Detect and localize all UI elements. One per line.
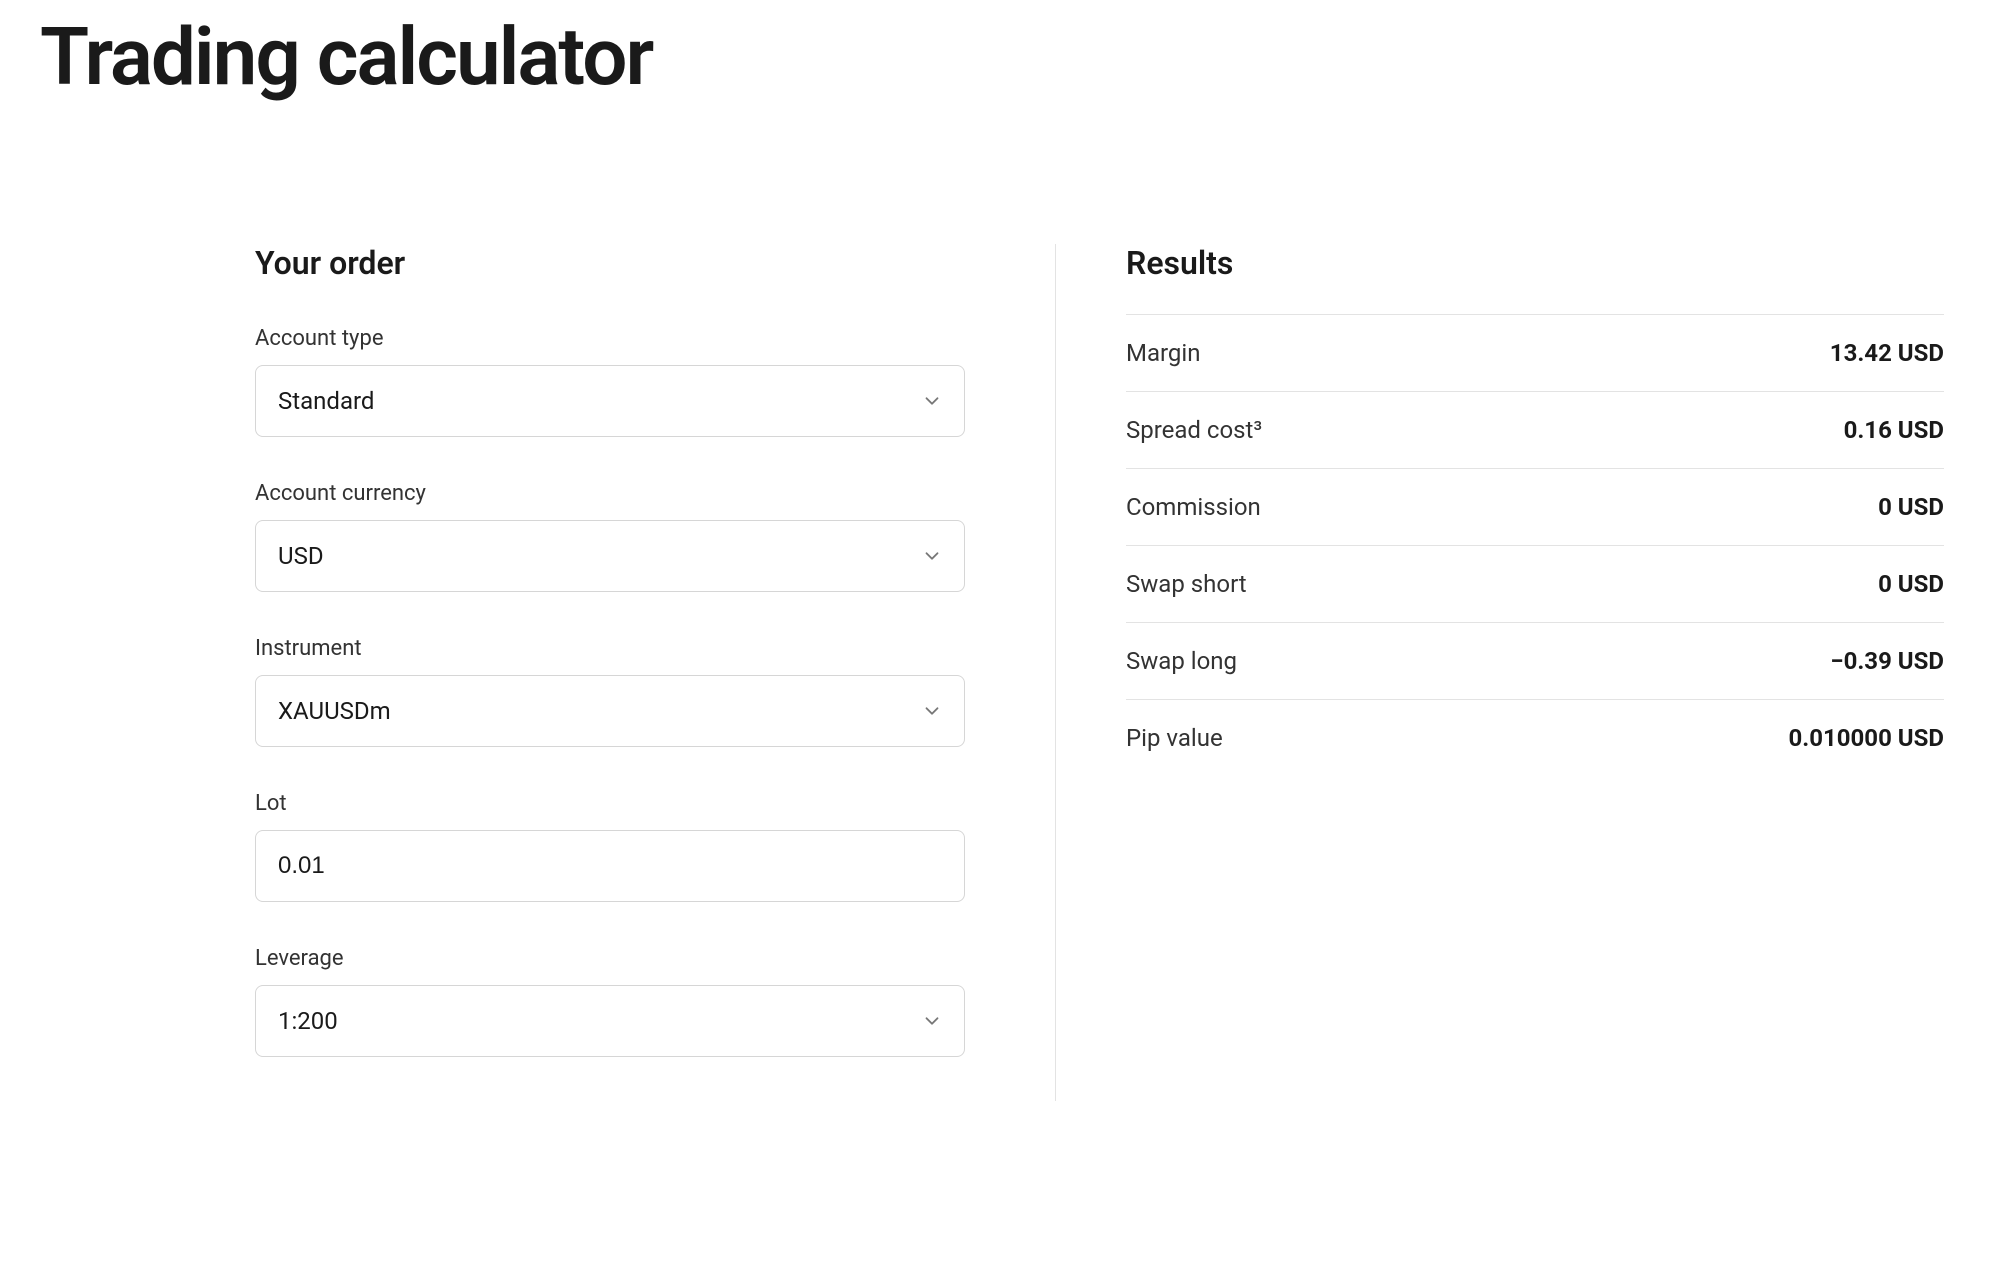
account-type-value: Standard [255,365,965,437]
result-value: 0.16 USD [1844,416,1944,444]
result-value: 0 USD [1878,493,1944,521]
lot-label: Lot [255,791,965,816]
result-label: Margin [1126,339,1200,367]
result-value: 0 USD [1878,570,1944,598]
results-list: Margin 13.42 USD Spread cost³ 0.16 USD C… [1126,314,1944,776]
result-label: Swap short [1126,570,1247,598]
result-row-margin: Margin 13.42 USD [1126,314,1944,391]
account-currency-select[interactable]: USD [255,520,965,592]
result-row-pip-value: Pip value 0.010000 USD [1126,699,1944,776]
account-currency-field: Account currency USD [255,481,965,592]
order-heading: Your order [255,244,965,282]
account-type-field: Account type Standard [255,326,965,437]
instrument-value: XAUUSDm [255,675,965,747]
calculator-container: Your order Account type Standard Account… [40,244,1974,1101]
page-title: Trading calculator [40,10,1974,104]
order-panel: Your order Account type Standard Account… [255,244,1055,1101]
result-label: Spread cost³ [1126,416,1262,444]
leverage-label: Leverage [255,946,965,971]
lot-input[interactable] [255,830,965,902]
instrument-select[interactable]: XAUUSDm [255,675,965,747]
lot-field: Lot [255,791,965,902]
result-row-swap-long: Swap long −0.39 USD [1126,622,1944,699]
leverage-value: 1:200 [255,985,965,1057]
account-type-label: Account type [255,326,965,351]
result-row-spread-cost: Spread cost³ 0.16 USD [1126,391,1944,468]
result-row-commission: Commission 0 USD [1126,468,1944,545]
result-value: −0.39 USD [1830,647,1944,675]
account-currency-label: Account currency [255,481,965,506]
leverage-select[interactable]: 1:200 [255,985,965,1057]
result-value: 13.42 USD [1830,339,1944,367]
account-currency-value: USD [255,520,965,592]
account-type-select[interactable]: Standard [255,365,965,437]
result-label: Commission [1126,493,1261,521]
result-value: 0.010000 USD [1788,724,1944,752]
leverage-field: Leverage 1:200 [255,946,965,1057]
results-heading: Results [1126,244,1944,282]
results-panel: Results Margin 13.42 USD Spread cost³ 0.… [1055,244,1944,1101]
result-label: Pip value [1126,724,1223,752]
result-label: Swap long [1126,647,1237,675]
instrument-label: Instrument [255,636,965,661]
result-row-swap-short: Swap short 0 USD [1126,545,1944,622]
instrument-field: Instrument XAUUSDm [255,636,965,747]
